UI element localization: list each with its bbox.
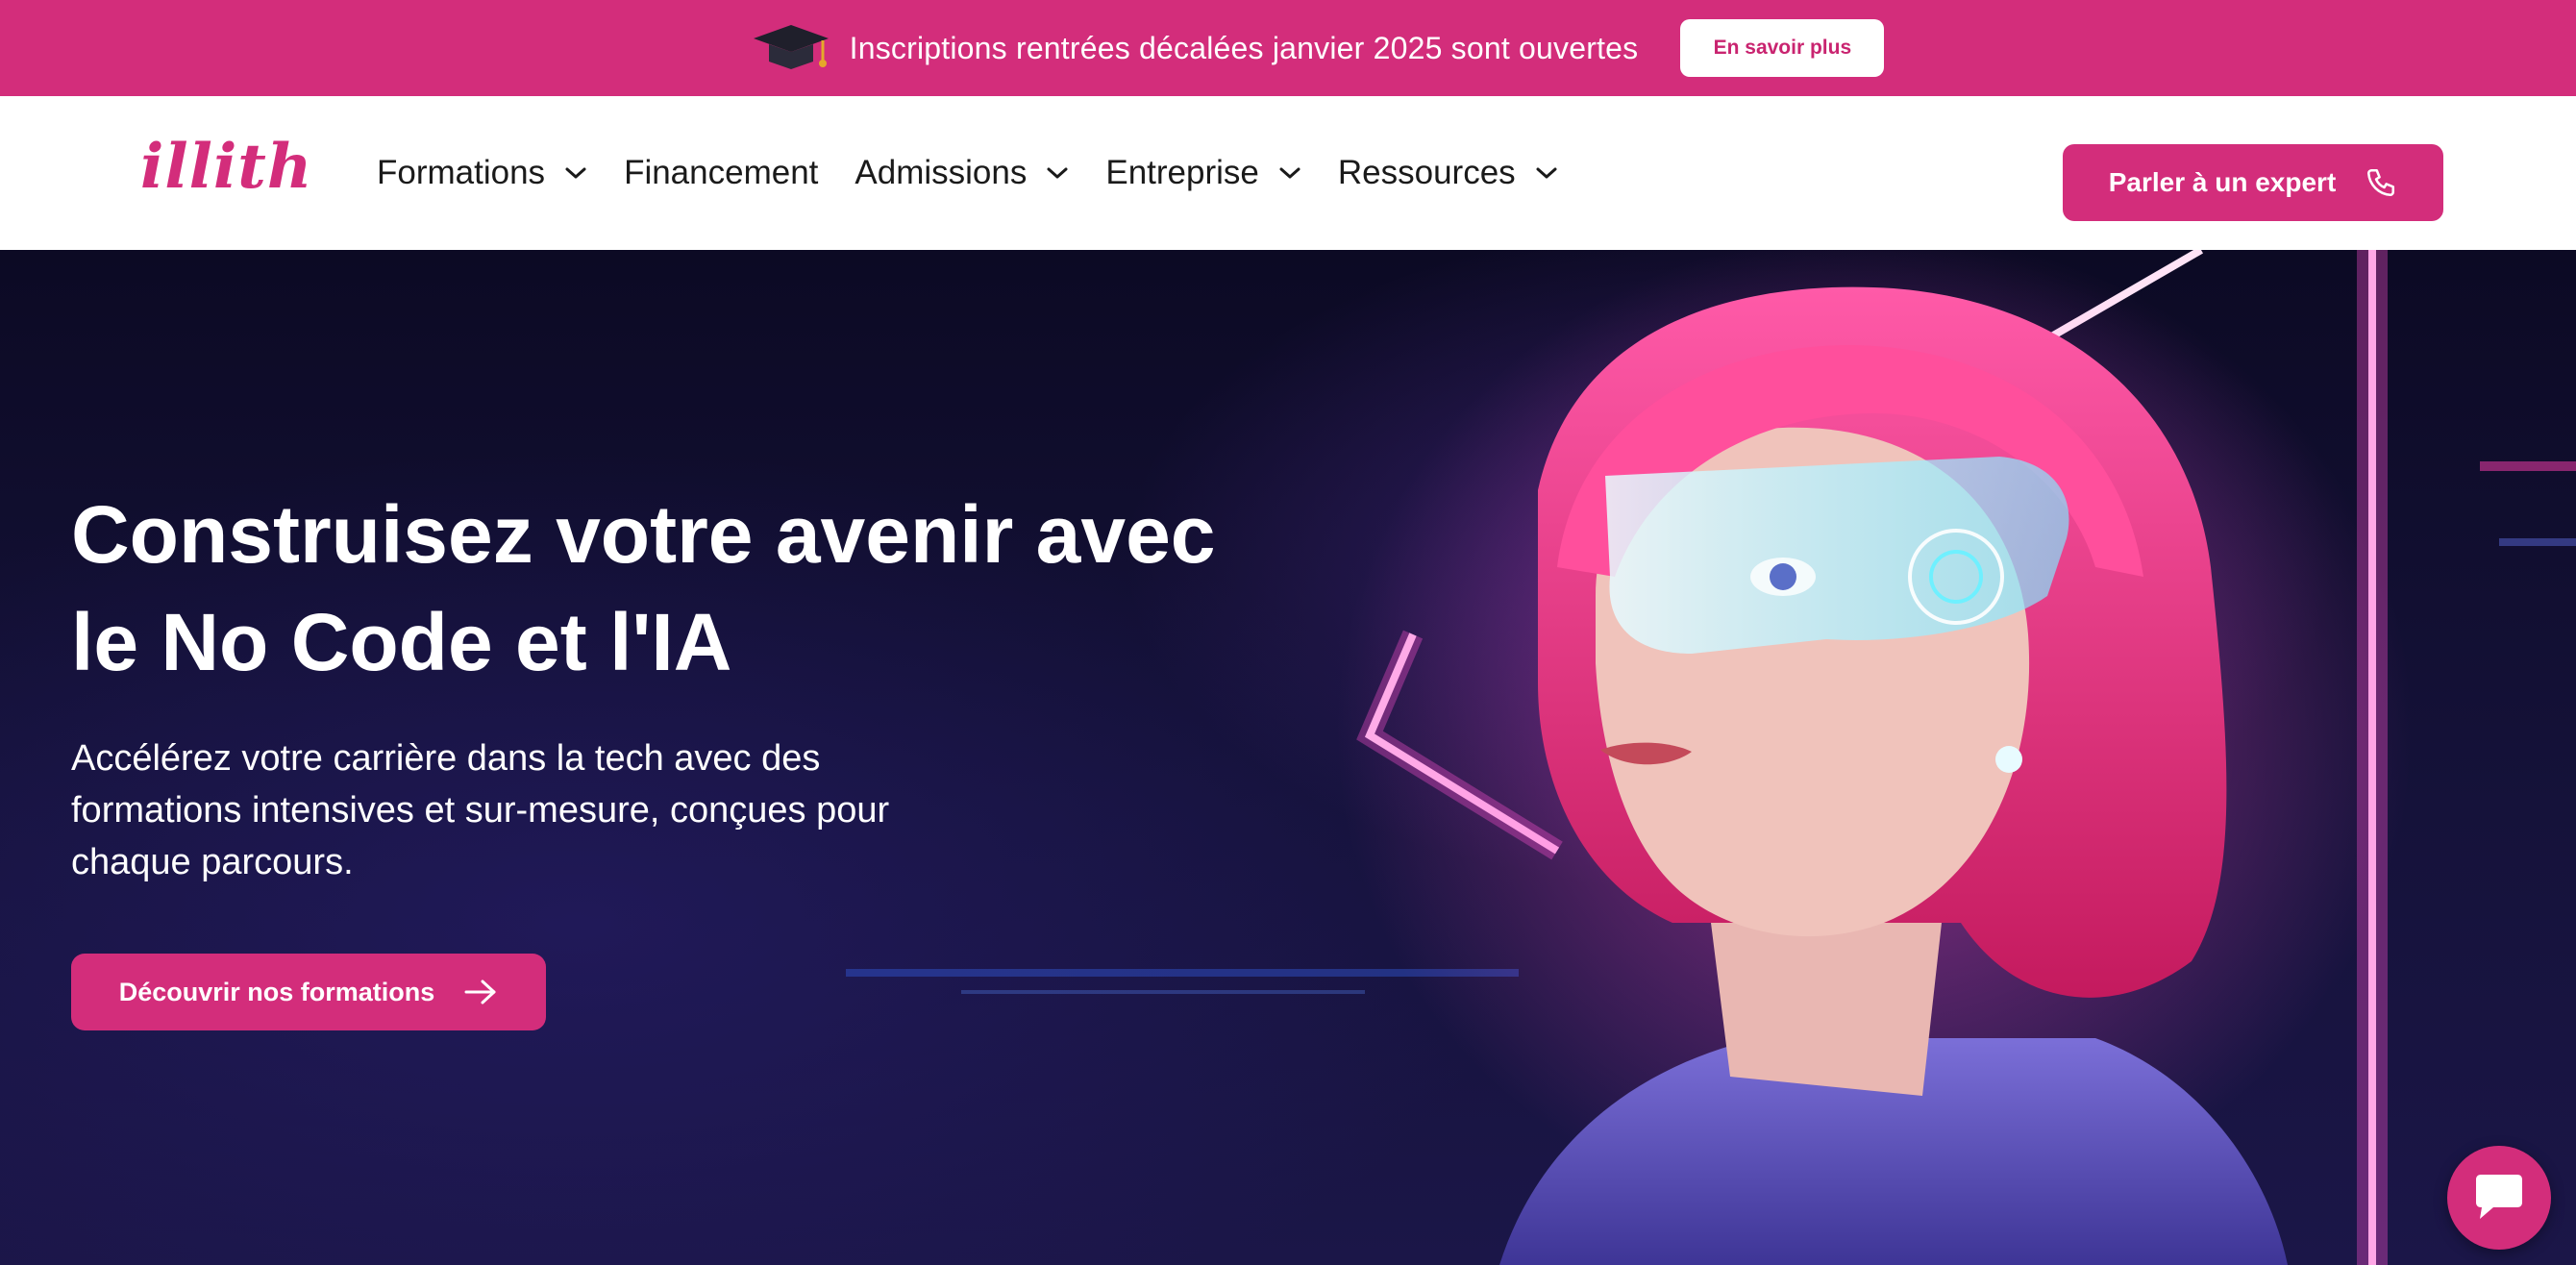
- hero-subtitle-line-2: formations intensives et sur-mesure, con…: [71, 790, 890, 831]
- hero-subtitle: Accélérez votre carrière dans la tech av…: [71, 732, 1013, 888]
- hero-section: Construisez votre avenir avec le No Code…: [0, 250, 2576, 1265]
- hero-subtitle-line-1: Accélérez votre carrière dans la tech av…: [71, 738, 821, 779]
- discover-trainings-button[interactable]: Découvrir nos formations: [71, 954, 546, 1030]
- main-navigation: illith Formations Financement Admissions…: [0, 96, 2576, 250]
- nav-item-label: Formations: [377, 154, 546, 191]
- chevron-down-icon: [565, 167, 586, 179]
- nav-item-entreprise[interactable]: Entreprise: [1105, 154, 1301, 192]
- announcement-content: Inscriptions rentrées décalées janvier 2…: [750, 19, 1885, 77]
- nav-item-admissions[interactable]: Admissions: [855, 154, 1069, 192]
- talk-to-expert-label: Parler à un expert: [2108, 167, 2337, 197]
- nav-item-label: Admissions: [855, 154, 1028, 191]
- chat-button[interactable]: [2447, 1146, 2551, 1250]
- hero-title-line-1: Construisez votre avenir avec: [71, 489, 1216, 580]
- learn-more-button[interactable]: En savoir plus: [1680, 19, 1885, 77]
- chevron-down-icon: [1279, 167, 1300, 179]
- nav-item-financement[interactable]: Financement: [624, 154, 818, 192]
- phone-icon: [2367, 168, 2395, 197]
- nav-item-ressources[interactable]: Ressources: [1338, 154, 1558, 192]
- nav-menu: Formations Financement Admissions Entrep…: [377, 96, 1595, 250]
- discover-trainings-label: Découvrir nos formations: [118, 977, 435, 1006]
- logo[interactable]: illith: [140, 136, 312, 198]
- talk-to-expert-button[interactable]: Parler à un expert: [2063, 144, 2443, 221]
- graduation-cap-icon: [753, 25, 829, 69]
- nav-item-label: Financement: [624, 154, 819, 191]
- nav-item-formations[interactable]: Formations: [377, 154, 587, 192]
- arrow-right-icon: [464, 980, 496, 1005]
- announcement-bar: Inscriptions rentrées décalées janvier 2…: [0, 0, 2576, 96]
- hero-title: Construisez votre avenir avec le No Code…: [71, 481, 1321, 696]
- chat-bubble-icon: [2476, 1175, 2522, 1219]
- hero-subtitle-line-3: chaque parcours.: [71, 842, 354, 882]
- announcement-text: Inscriptions rentrées décalées janvier 2…: [849, 30, 1639, 65]
- chevron-down-icon: [1536, 167, 1557, 179]
- chevron-down-icon: [1047, 167, 1068, 179]
- nav-item-label: Entreprise: [1105, 154, 1259, 191]
- hero-title-line-2: le No Code et l'IA: [71, 597, 732, 687]
- nav-item-label: Ressources: [1337, 154, 1516, 191]
